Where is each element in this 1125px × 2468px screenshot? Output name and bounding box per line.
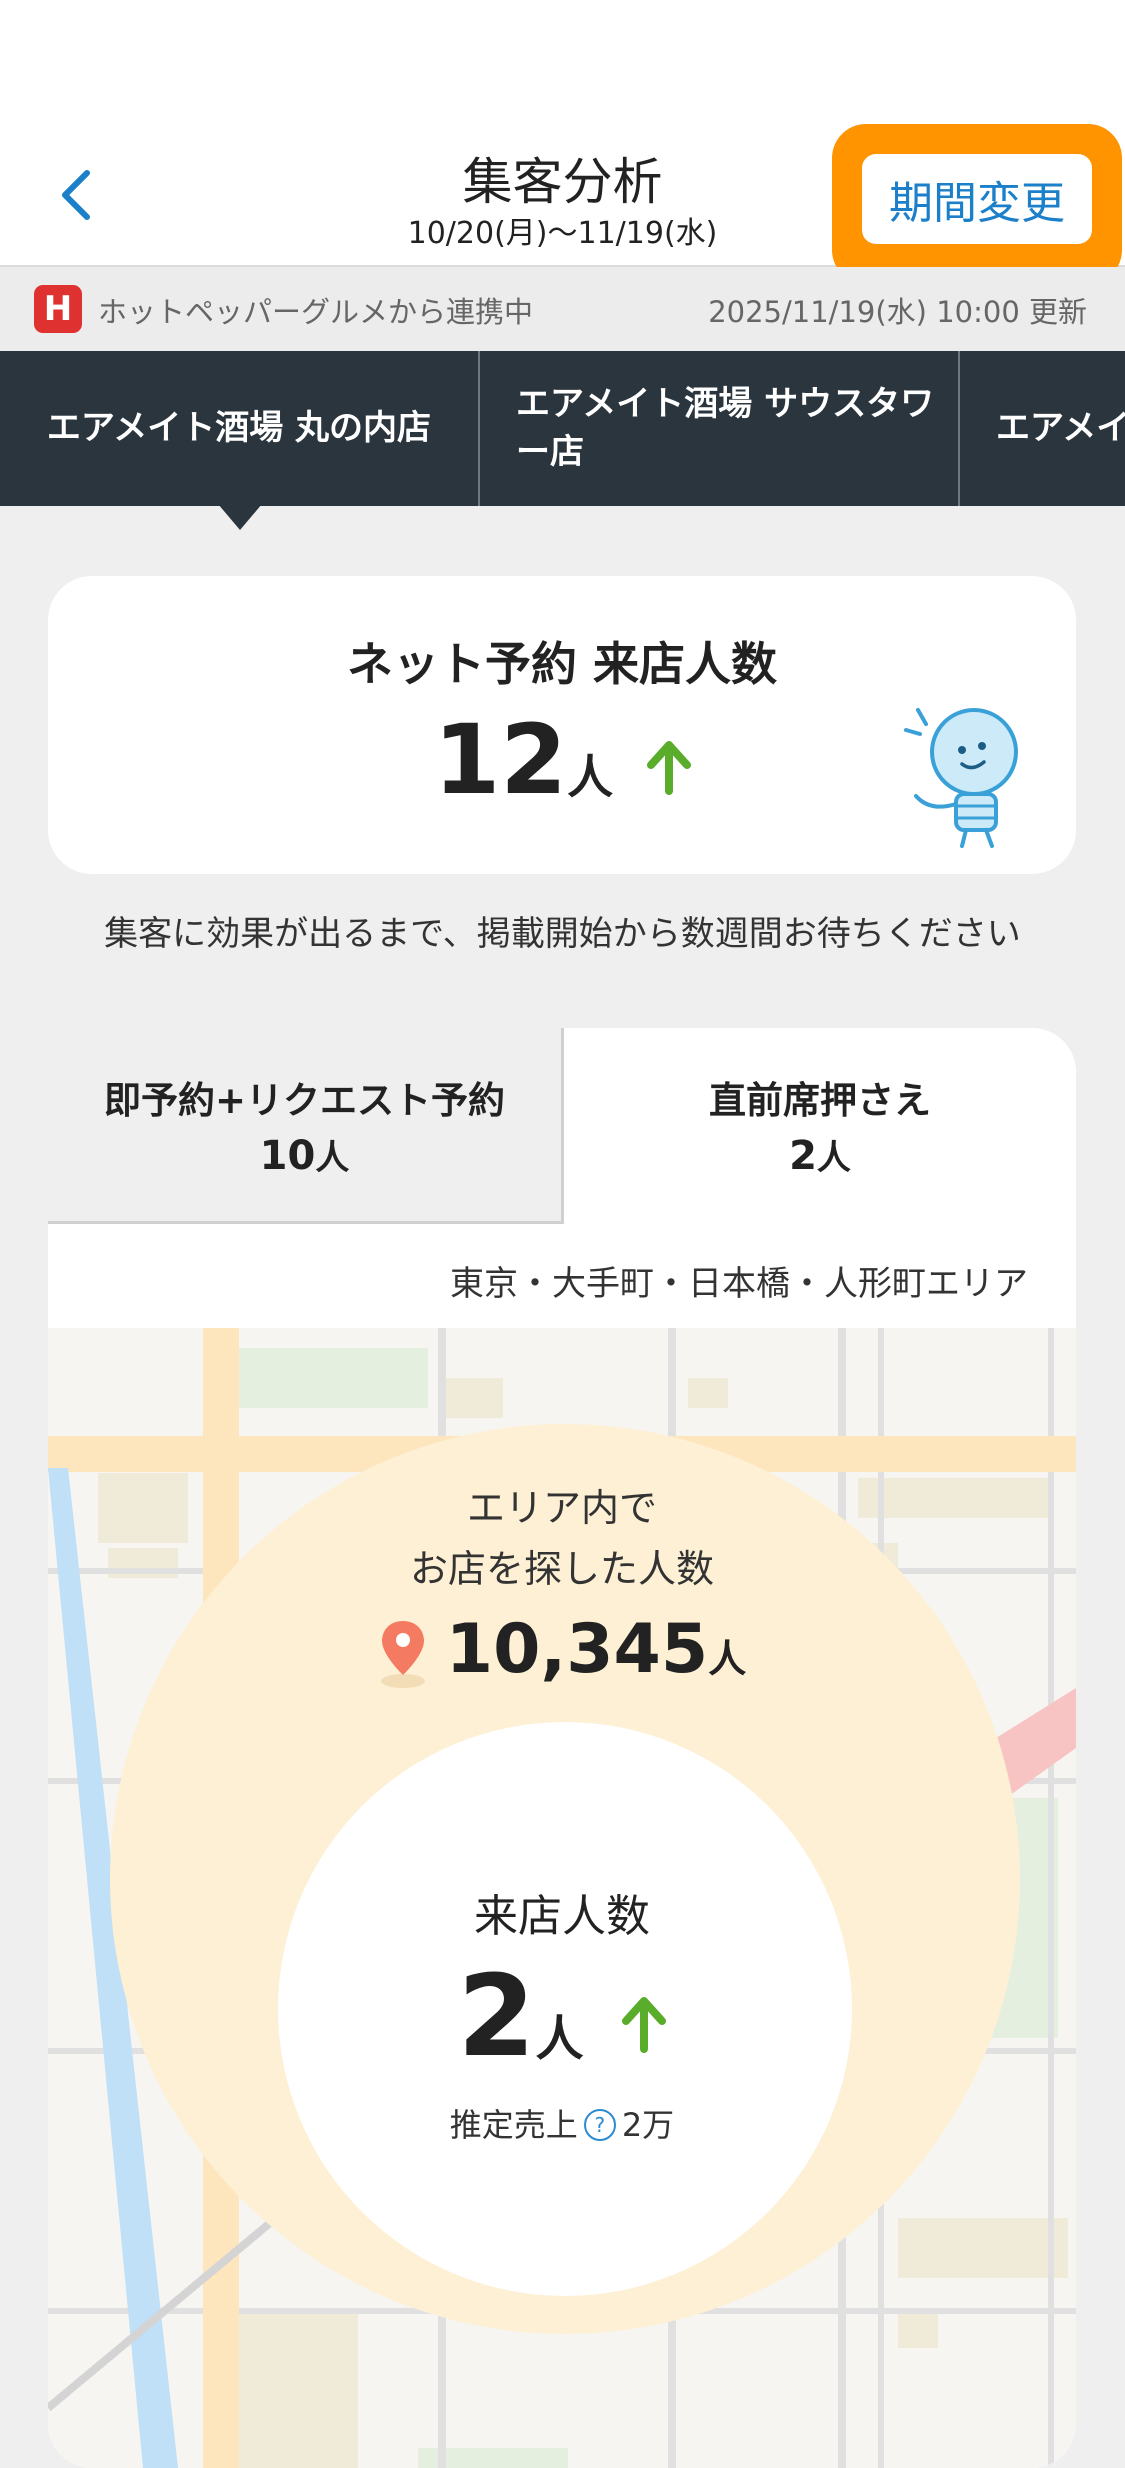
sync-source-text: ホットペッパーグルメから連携中 [98, 295, 534, 329]
effect-notice: 集客に効果が出るまで、掲載開始から数週間お待ちください [104, 914, 1021, 954]
segment-value: 2人 [564, 1130, 1076, 1179]
search-count: 10,345 [445, 1610, 709, 1689]
estimated-sales-label: 推定売上 [449, 2106, 578, 2144]
period-change-button[interactable]: 期間変更 [862, 154, 1092, 244]
visit-count: 2 [457, 1952, 536, 2082]
trend-up-icon [646, 740, 691, 795]
search-count-row: 10,345人 [48, 1610, 1076, 1689]
store-tab-marunouchi[interactable]: エアメイト酒場 丸の内店 [0, 351, 480, 506]
segment-label: 直前席押さえ [709, 1079, 931, 1122]
search-label-line1: エリア内で [466, 1486, 657, 1530]
sync-status-bar: H ホットペッパーグルメから連携中 2025/11/19(水) 10:00 更新 [0, 267, 1125, 352]
visit-count-unit: 人 [535, 2011, 584, 2067]
store-tabs: エアメイト酒場 丸の内店 エアメイト酒場 サウスタワー店 エアメイ [0, 351, 1125, 506]
net-reservation-count: 12 [433, 704, 568, 816]
segment-count: 10 [259, 1133, 316, 1179]
search-label-line2: お店を探した人数 [409, 1546, 714, 1591]
selected-tab-indicator [218, 504, 262, 530]
net-reservation-unit: 人 [567, 750, 614, 804]
net-reservation-title: ネット予約 来店人数 [346, 637, 777, 691]
hotpepper-logo: H [34, 285, 82, 333]
area-analysis-card: 即予約+リクエスト予約 10人 直前席押さえ 2人 東京・大手町・日本橋・人形町… [48, 1028, 1076, 2468]
last-updated-text: 2025/11/19(水) 10:00 更新 [708, 295, 1087, 329]
help-icon[interactable]: ? [583, 2109, 616, 2141]
area-name: 東京・大手町・日本橋・人形町エリア [450, 1264, 1028, 1304]
segment-last-minute[interactable]: 直前席押さえ 2人 [564, 1028, 1076, 1224]
estimated-sales-value: 2万 [621, 2106, 675, 2144]
segment-instant-request[interactable]: 即予約+リクエスト予約 10人 [48, 1028, 564, 1224]
segment-unit: 人 [816, 1138, 851, 1178]
visit-count-label: 来店人数 [474, 1891, 650, 1942]
estimated-sales: 推定売上? 2万 [48, 2100, 1076, 2146]
location-pin-icon [380, 1621, 425, 1689]
store-tab-3[interactable]: エアメイ [962, 351, 1125, 506]
lightbulb-mascot-icon [904, 708, 1018, 848]
period-button-highlight: 期間変更 [832, 124, 1122, 284]
store-tab-southtower[interactable]: エアメイト酒場 サウスタワー店 [480, 351, 960, 506]
trend-up-icon [622, 1997, 667, 2054]
segment-unit: 人 [315, 1138, 350, 1178]
segment-label: 即予約+リクエスト予約 [103, 1079, 505, 1122]
visit-count-row: 2人 [48, 1952, 1076, 2082]
segment-value: 10人 [48, 1130, 561, 1179]
search-count-label: エリア内で お店を探した人数 [48, 1478, 1076, 1600]
status-bar [0, 0, 1125, 120]
search-count-unit: 人 [708, 1637, 747, 1681]
net-reservation-card: ネット予約 来店人数 12人 [48, 576, 1076, 874]
segment-count: 2 [789, 1133, 817, 1179]
